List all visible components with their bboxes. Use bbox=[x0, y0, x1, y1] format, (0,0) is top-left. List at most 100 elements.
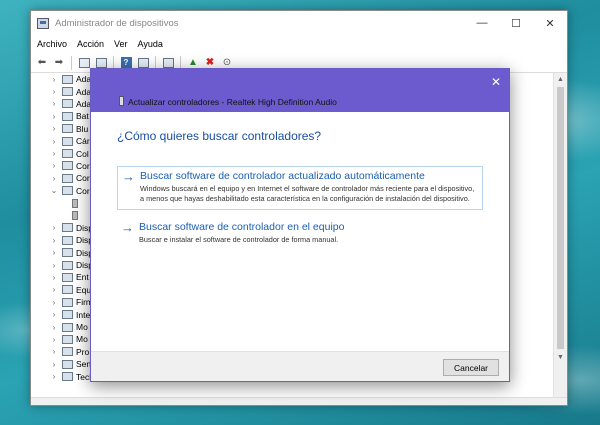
menu-accion[interactable]: Acción bbox=[77, 39, 104, 49]
tree-label: Mo bbox=[76, 322, 88, 332]
scroll-down-icon[interactable]: ▼ bbox=[554, 351, 567, 363]
chevron-right-icon[interactable]: › bbox=[49, 99, 59, 108]
chevron-right-icon[interactable]: › bbox=[49, 372, 59, 381]
close-button[interactable]: ✕ bbox=[533, 11, 567, 35]
scroll-thumb[interactable] bbox=[557, 87, 564, 349]
status-bar bbox=[31, 397, 567, 405]
chevron-right-icon[interactable]: › bbox=[49, 161, 59, 170]
device-icon bbox=[62, 359, 73, 369]
device-icon bbox=[62, 223, 73, 233]
tree-label: Cor bbox=[76, 185, 90, 196]
option-description: Windows buscará en el equipo y en Intern… bbox=[140, 184, 475, 203]
device-icon bbox=[72, 198, 78, 208]
chevron-right-icon[interactable]: › bbox=[49, 273, 59, 282]
chevron-right-icon[interactable]: › bbox=[49, 360, 59, 369]
search-automatically-option[interactable]: → Buscar software de controlador actuali… bbox=[117, 166, 483, 210]
chevron-right-icon[interactable]: › bbox=[49, 223, 59, 232]
device-icon bbox=[62, 173, 73, 183]
tree-label: Ada bbox=[76, 86, 92, 97]
device-icon bbox=[62, 161, 73, 171]
chevron-right-icon[interactable]: › bbox=[49, 236, 59, 245]
chevron-right-icon[interactable]: › bbox=[49, 323, 59, 332]
device-manager-icon bbox=[37, 17, 49, 29]
device-icon bbox=[62, 347, 73, 357]
minimize-button[interactable]: — bbox=[465, 11, 499, 35]
option-description: Buscar e instalar el software de control… bbox=[139, 235, 339, 244]
maximize-button[interactable]: ☐ bbox=[499, 11, 533, 35]
audio-device-icon bbox=[119, 96, 124, 106]
device-icon bbox=[62, 235, 73, 245]
device-icon bbox=[62, 248, 73, 258]
device-icon bbox=[62, 334, 73, 344]
forward-arrow-icon[interactable]: ➡ bbox=[52, 56, 66, 70]
option-title: Buscar software de controlador actualiza… bbox=[140, 170, 425, 182]
device-icon bbox=[62, 260, 73, 270]
chevron-right-icon[interactable]: › bbox=[49, 261, 59, 270]
device-icon bbox=[62, 99, 73, 109]
cancel-button[interactable]: Cancelar bbox=[443, 359, 499, 376]
menu-archivo[interactable]: Archivo bbox=[37, 39, 67, 49]
device-icon bbox=[62, 149, 73, 159]
tree-label: Ada bbox=[76, 98, 92, 109]
tree-label: Cor bbox=[76, 160, 90, 171]
chevron-right-icon[interactable]: › bbox=[49, 87, 59, 96]
update-drivers-dialog: ✕ Actualizar controladores - Realtek Hig… bbox=[90, 68, 510, 382]
chevron-right-icon[interactable]: › bbox=[49, 137, 59, 146]
tree-label: Cár bbox=[76, 136, 90, 147]
chevron-right-icon[interactable]: › bbox=[49, 347, 59, 356]
menu-ver[interactable]: Ver bbox=[114, 39, 128, 49]
dialog-close-icon[interactable]: ✕ bbox=[491, 75, 501, 89]
dialog-title: Actualizar controladores - Realtek High … bbox=[128, 97, 337, 107]
chevron-right-icon[interactable]: › bbox=[49, 75, 59, 84]
tree-label: Equ bbox=[76, 284, 92, 295]
back-arrow-icon[interactable]: ⬅ bbox=[35, 56, 49, 70]
chevron-right-icon[interactable]: › bbox=[49, 248, 59, 257]
device-icon bbox=[72, 210, 78, 220]
dialog-question: ¿Cómo quieres buscar controladores? bbox=[117, 129, 322, 143]
chevron-right-icon[interactable]: › bbox=[49, 124, 59, 133]
device-icon bbox=[62, 74, 73, 84]
tree-label: Bat bbox=[76, 111, 89, 122]
properties-icon[interactable] bbox=[77, 56, 91, 70]
device-icon bbox=[62, 124, 73, 134]
tree-label: Ent bbox=[76, 272, 89, 283]
chevron-right-icon[interactable]: › bbox=[49, 298, 59, 307]
device-icon bbox=[62, 111, 73, 121]
chevron-right-icon[interactable]: › bbox=[49, 112, 59, 121]
chevron-right-icon[interactable]: › bbox=[49, 335, 59, 344]
toolbar-separator bbox=[71, 55, 72, 70]
chevron-right-icon[interactable]: › bbox=[49, 174, 59, 183]
device-icon bbox=[62, 285, 73, 295]
arrow-right-icon: → bbox=[121, 220, 134, 235]
chevron-right-icon[interactable]: › bbox=[49, 285, 59, 294]
tree-label: Col bbox=[76, 148, 89, 159]
arrow-right-icon: → bbox=[122, 169, 135, 184]
chevron-right-icon[interactable]: › bbox=[49, 149, 59, 158]
device-icon bbox=[62, 186, 73, 196]
scroll-up-icon[interactable]: ▲ bbox=[554, 73, 567, 85]
dialog-footer: Cancelar bbox=[91, 351, 509, 381]
menu-bar: Archivo Acción Ver Ayuda bbox=[31, 35, 567, 53]
dialog-header: ✕ Actualizar controladores - Realtek Hig… bbox=[91, 69, 509, 112]
title-bar: Administrador de dispositivos — ☐ ✕ bbox=[31, 11, 567, 35]
tree-label: Ada bbox=[76, 74, 92, 85]
device-icon bbox=[62, 372, 73, 382]
tree-label: Inte bbox=[76, 309, 91, 320]
device-icon bbox=[62, 297, 73, 307]
tree-label: Pro bbox=[76, 346, 90, 357]
chevron-down-icon[interactable]: ⌄ bbox=[49, 186, 59, 195]
browse-computer-option[interactable]: → Buscar software de controlador en el e… bbox=[117, 218, 483, 250]
chevron-right-icon[interactable]: › bbox=[49, 310, 59, 319]
tree-label: Sen bbox=[76, 359, 92, 370]
window-title: Administrador de dispositivos bbox=[55, 17, 179, 29]
scrollbar[interactable]: ▲ ▼ bbox=[553, 73, 567, 399]
device-icon bbox=[62, 272, 73, 282]
device-icon bbox=[62, 322, 73, 332]
menu-ayuda[interactable]: Ayuda bbox=[138, 39, 163, 49]
device-icon bbox=[62, 87, 73, 97]
device-icon bbox=[62, 136, 73, 146]
device-icon bbox=[62, 310, 73, 320]
tree-label: Cor bbox=[76, 173, 90, 184]
tree-label: Mo bbox=[76, 334, 88, 345]
option-title: Buscar software de controlador en el equ… bbox=[139, 221, 345, 233]
